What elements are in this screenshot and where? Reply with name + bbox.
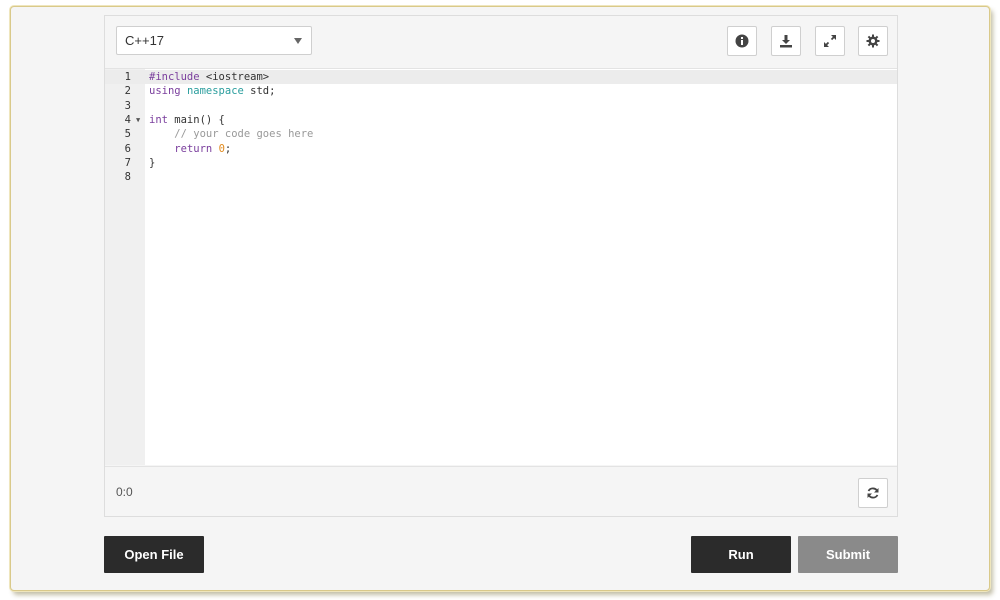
code-line[interactable]: 3 [105,99,897,113]
download-icon [780,35,792,48]
language-select-value: C++17 [125,33,165,48]
code-text: } [149,156,155,170]
language-select[interactable]: C++17 [116,26,312,55]
cursor-position: 0:0 [116,485,133,499]
code-line[interactable]: 6 return 0; [105,142,897,156]
code-editor-panel: C++17 1 #include <iostream> 2 using name… [104,15,898,517]
code-token: ; [224,142,232,155]
info-button[interactable] [727,26,757,56]
code-line[interactable]: 7} [105,156,897,170]
code-text: int main() { [149,113,225,127]
open-file-button[interactable]: Open File [104,536,204,573]
code-token: } [149,156,156,169]
line-number: 1 [124,71,131,83]
code-token: <iostream> [205,71,270,83]
line-number: 3 [124,99,131,112]
code-token: // your code goes here [174,128,314,141]
info-icon [735,34,749,48]
code-token: main() { [167,113,225,126]
fullscreen-button[interactable] [815,26,845,56]
line-number: 6 [124,142,131,155]
line-number: 4 [124,113,131,126]
editor-toolbar: C++17 [105,16,897,69]
code-token: return [174,142,219,155]
code-text: using namespace std; [149,84,275,98]
code-line[interactable]: 1 #include <iostream> [105,70,897,84]
settings-button[interactable] [858,26,888,56]
code-input-area[interactable]: 1 #include <iostream> 2 using namespace std… [105,69,897,465]
run-button[interactable]: Run [691,536,791,573]
code-line[interactable]: 8 [105,170,897,184]
reset-code-button[interactable] [858,478,888,508]
refresh-icon [867,487,879,499]
code-token: int [149,113,168,126]
code-line[interactable]: 2 using namespace std; [105,84,897,98]
code-text: // your code goes here [149,127,313,141]
line-number: 5 [124,128,131,141]
code-text: return 0; [149,142,231,156]
gear-icon [866,34,880,48]
code-line[interactable]: 5 // your code goes here [105,127,897,141]
download-button[interactable] [771,26,801,56]
code-text: #include <iostream> [149,70,269,84]
code-token: #include [149,71,206,83]
code-token: using [149,85,187,98]
code-token: namespace [186,85,244,98]
line-number: 8 [124,171,131,184]
editor-statusbar: 0:0 [105,466,897,517]
fold-toggle-icon[interactable]: ▼ [136,113,140,127]
code-token: std; [243,85,276,98]
code-line[interactable]: 4 ▼ int main() { [105,113,897,127]
submit-button[interactable]: Submit [798,536,898,573]
chevron-down-icon [294,38,302,44]
line-number: 2 [124,85,131,98]
expand-icon [824,35,836,47]
line-number: 7 [124,156,131,169]
